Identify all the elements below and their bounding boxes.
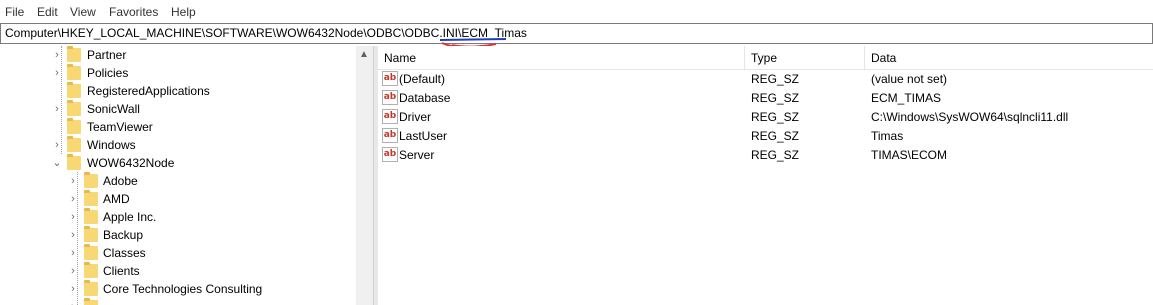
value-type: REG_SZ (751, 110, 800, 124)
tree-item-adobe[interactable]: › Adobe (0, 172, 356, 191)
chevron-down-icon[interactable]: ⌄ (51, 157, 63, 169)
tree-item-label: Clients (103, 264, 140, 278)
folder-icon (67, 46, 81, 62)
column-header-data[interactable]: Data (871, 51, 896, 65)
tree-item-label: Apple Inc. (103, 210, 157, 224)
tree-item-core-technologies-consulting[interactable]: › Core Technologies Consulting (0, 280, 356, 299)
tree-item-label: AMD (103, 192, 130, 206)
folder-icon (67, 136, 81, 152)
value-data: TIMAS\ECOM (871, 148, 948, 162)
column-header-name[interactable]: Name (384, 51, 416, 65)
value-type: REG_SZ (751, 129, 800, 143)
folder-icon (84, 244, 98, 260)
list-row[interactable]: ab Database REG_SZ ECM_TIMAS (378, 89, 1153, 108)
tree-item-wow6432node[interactable]: ⌄ WOW6432Node (0, 154, 356, 173)
value-name: Driver (399, 110, 431, 124)
list-row[interactable]: ab LastUser REG_SZ Timas (378, 127, 1153, 146)
chevron-right-icon[interactable]: › (51, 49, 63, 61)
tree-item-label: Windows (87, 138, 136, 152)
menu-view[interactable]: View (70, 5, 96, 19)
value-type: REG_SZ (751, 72, 800, 86)
tree-item-registeredapplications[interactable]: RegisteredApplications (0, 82, 356, 101)
menu-bar: File Edit View Favorites Help (0, 0, 1153, 24)
registry-tree: › Partner › Policies RegisteredApplicati… (0, 46, 356, 305)
folder-icon (67, 82, 81, 98)
value-name: LastUser (399, 129, 448, 143)
tree-item-teamviewer[interactable]: TeamViewer (0, 118, 356, 137)
folder-icon (67, 64, 81, 80)
string-value-icon: ab (382, 71, 398, 86)
address-bar[interactable]: Computer\HKEY_LOCAL_MACHINE\SOFTWARE\WOW… (0, 23, 1153, 44)
tree-scrollbar[interactable]: ▲ (356, 46, 373, 305)
value-type: REG_SZ (751, 148, 800, 162)
chevron-right-icon[interactable]: › (67, 193, 79, 205)
value-data: C:\Windows\SysWOW64\sqlncli11.dll (871, 110, 1069, 124)
list-row[interactable]: ab Server REG_SZ TIMAS\ECOM (378, 146, 1153, 165)
tree-item-label: WOW6432Node (87, 156, 175, 170)
folder-icon (67, 154, 81, 170)
folder-icon (84, 226, 98, 242)
menu-favorites[interactable]: Favorites (109, 5, 158, 19)
folder-icon (84, 280, 98, 296)
menu-edit[interactable]: Edit (37, 5, 58, 19)
tree-item-amd[interactable]: › AMD (0, 190, 356, 209)
chevron-right-icon[interactable]: › (67, 229, 79, 241)
tree-item-apple-inc[interactable]: › Apple Inc. (0, 208, 356, 227)
folder-icon (84, 172, 98, 188)
tree-item-sonicwall[interactable]: › SonicWall (0, 100, 356, 119)
tree-item-partial: › (0, 298, 356, 305)
values-list: Name Type Data ab (Default) REG_SZ (valu… (378, 46, 1153, 305)
tree-item-policies[interactable]: › Policies (0, 64, 356, 83)
string-value-icon: ab (382, 109, 398, 124)
value-name: (Default) (399, 72, 446, 86)
chevron-right-icon[interactable]: › (67, 301, 79, 305)
column-header-type[interactable]: Type (751, 51, 777, 65)
string-value-icon: ab (382, 147, 398, 162)
tree-item-label: Classes (103, 246, 146, 260)
list-row[interactable]: ab (Default) REG_SZ (value not set) (378, 70, 1153, 89)
tree-item-label: Partner (87, 48, 127, 62)
tree-item-clients[interactable]: › Clients (0, 262, 356, 281)
column-separator[interactable] (744, 46, 745, 69)
value-name: Server (399, 148, 435, 162)
chevron-right-icon[interactable]: › (67, 283, 79, 295)
string-value-icon: ab (382, 128, 398, 143)
column-separator[interactable] (864, 46, 865, 69)
tree-item-label: SonicWall (87, 102, 140, 116)
string-value-icon: ab (382, 90, 398, 105)
menu-help[interactable]: Help (171, 5, 196, 19)
value-data: Timas (871, 129, 904, 143)
chevron-right-icon[interactable]: › (67, 265, 79, 277)
scroll-up-arrow-icon[interactable]: ▲ (359, 49, 369, 60)
tree-item-label: Backup (103, 228, 144, 242)
value-name: Database (399, 91, 451, 105)
tree-item-label: RegisteredApplications (87, 84, 210, 98)
chevron-right-icon[interactable]: › (67, 211, 79, 223)
tree-item-partner[interactable]: › Partner (0, 46, 356, 65)
folder-icon (84, 262, 98, 278)
folder-icon (84, 190, 98, 206)
tree-item-label: TeamViewer (87, 120, 153, 134)
tree-item-backup[interactable]: › Backup (0, 226, 356, 245)
list-header: Name Type Data (378, 46, 1153, 70)
list-row[interactable]: ab Driver REG_SZ C:\Windows\SysWOW64\sql… (378, 108, 1153, 127)
tree-item-windows[interactable]: › Windows (0, 136, 356, 155)
chevron-right-icon[interactable]: › (51, 67, 63, 79)
tree-item-classes[interactable]: › Classes (0, 244, 356, 263)
folder-icon (67, 100, 81, 116)
chevron-right-icon[interactable]: › (67, 175, 79, 187)
menu-file[interactable]: File (5, 5, 24, 19)
value-type: REG_SZ (751, 91, 800, 105)
tree-item-label: Policies (87, 66, 129, 80)
folder-icon (84, 298, 98, 305)
tree-item-label: Core Technologies Consulting (103, 282, 263, 296)
chevron-right-icon[interactable]: › (67, 247, 79, 259)
chevron-right-icon[interactable]: › (51, 103, 63, 115)
chevron-right-icon[interactable]: › (51, 139, 63, 151)
folder-icon (67, 118, 81, 134)
value-data: (value not set) (871, 72, 948, 86)
tree-item-label: Adobe (103, 174, 138, 188)
value-data: ECM_TIMAS (871, 91, 942, 105)
folder-icon (84, 208, 98, 224)
